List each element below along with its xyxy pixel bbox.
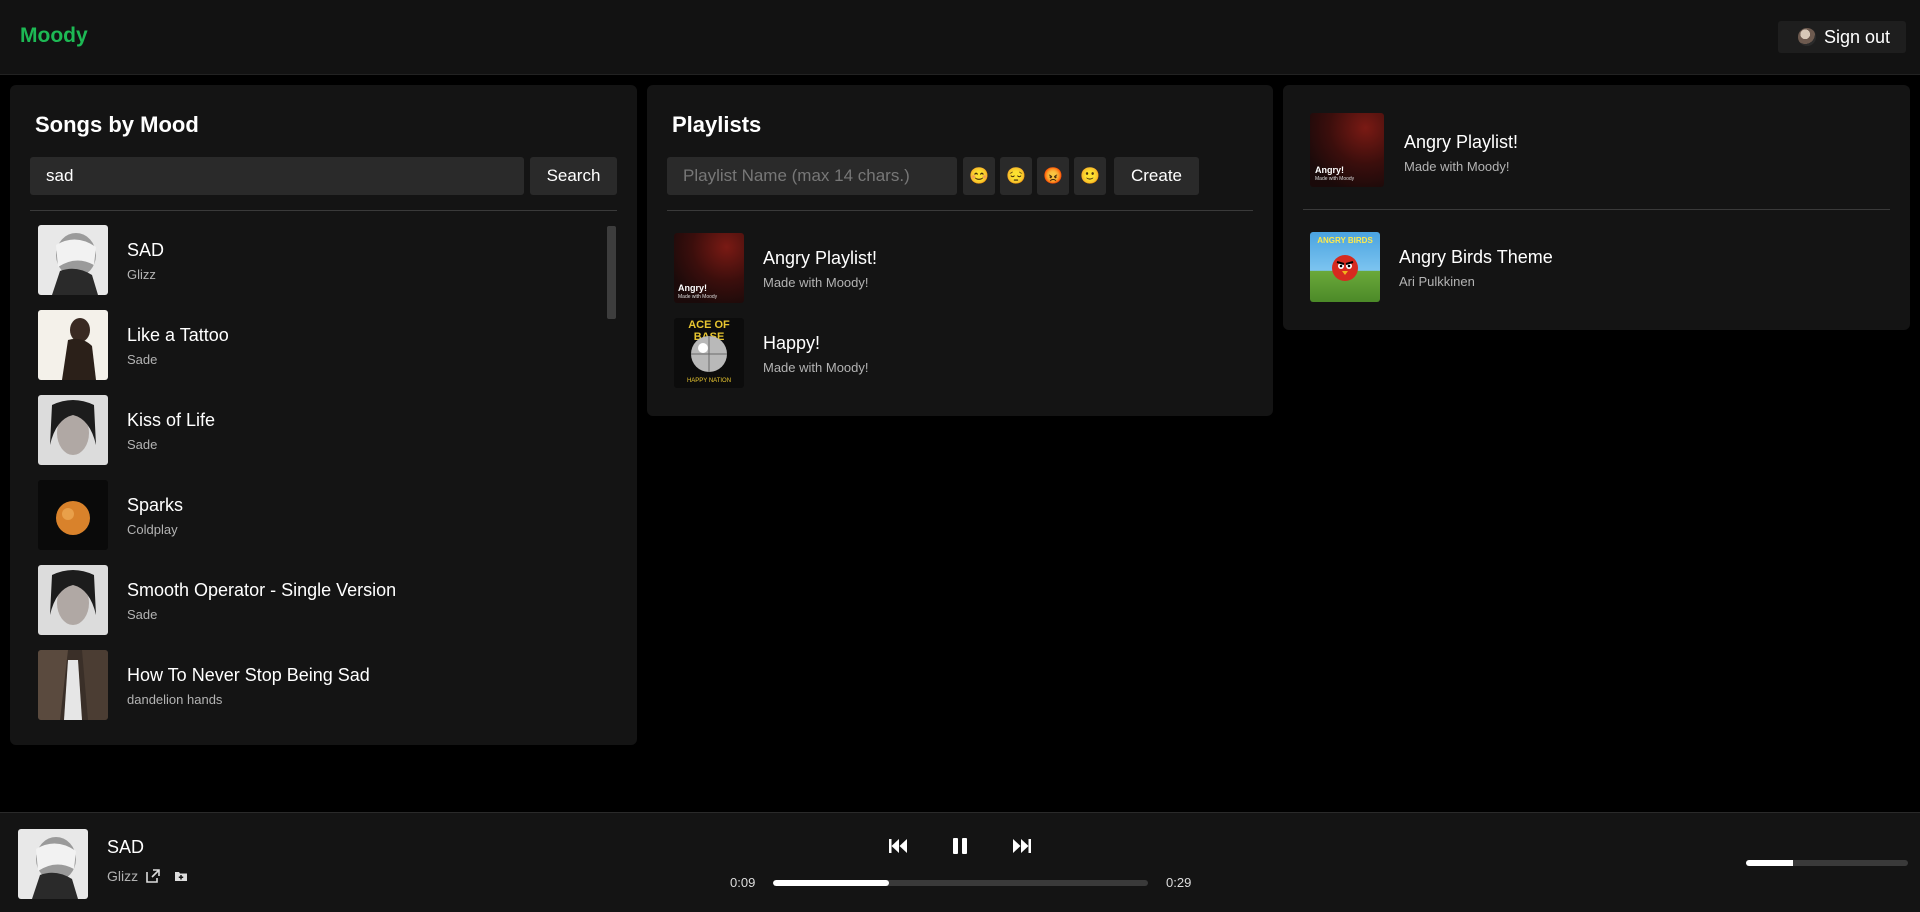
next-track-icon[interactable]	[1010, 834, 1034, 858]
song-cover	[38, 480, 108, 550]
playlist-header-subtitle: Made with Moody!	[1404, 159, 1510, 174]
playlists-panel: Playlists 😊 😔 😡 🙂 Create Angry! Made wit…	[647, 85, 1273, 416]
song-title: SAD	[127, 240, 165, 260]
playlist-header: Angry! Made with Moody Angry Playlist! M…	[1310, 113, 1870, 187]
playlist-row[interactable]: Angry! Made with Moody Angry Playlist! M…	[674, 233, 1234, 303]
external-link-icon[interactable]	[146, 869, 160, 883]
mood-happy-button[interactable]: 😊	[963, 157, 995, 195]
sign-out-button[interactable]: Sign out	[1777, 21, 1906, 53]
playlist-cover-subtext: HAPPY NATION	[686, 378, 732, 384]
song-row[interactable]: Sparks Coldplay	[38, 480, 598, 550]
add-to-folder-icon[interactable]	[174, 869, 188, 883]
song-row[interactable]: How To Never Stop Being Sad dandelion ha…	[38, 650, 598, 720]
elapsed-time: 0:09	[730, 875, 756, 890]
now-playing-artist[interactable]: Glizz	[107, 868, 138, 884]
playlist-track-row[interactable]: ANGRY BIRDS Angry Birds Theme Ari Pulkki…	[1310, 232, 1870, 302]
track-cover-text: ANGRY BIRDS	[1317, 236, 1373, 245]
now-playing-cover	[18, 829, 88, 899]
now-playing-bar: SAD Glizz 0:09 0:29	[0, 812, 1920, 912]
create-playlist-button[interactable]: Create	[1114, 157, 1199, 195]
song-row[interactable]: SAD Glizz	[38, 225, 598, 295]
playlist-cover-subtext: Made with Moody	[678, 294, 718, 300]
playlist-cover: Angry! Made with Moody	[674, 233, 744, 303]
playlist-cover: ACE OF BASE HAPPY NATION	[674, 318, 744, 388]
song-title: Smooth Operator - Single Version	[127, 580, 397, 600]
avatar	[1797, 28, 1816, 46]
song-artist: Sade	[127, 352, 158, 367]
volume-fill	[1746, 860, 1793, 866]
song-list: SAD Glizz Like a Tattoo Sade Kiss of Lif…	[30, 225, 630, 735]
song-cover	[38, 225, 108, 295]
song-cover	[38, 310, 108, 380]
duration-time: 0:29	[1166, 875, 1192, 890]
playlist-detail-panel: Angry! Made with Moody Angry Playlist! M…	[1283, 85, 1910, 330]
track-title: Angry Birds Theme	[1399, 247, 1553, 267]
song-title: How To Never Stop Being Sad	[127, 665, 370, 685]
previous-track-icon[interactable]	[886, 834, 910, 858]
playlist-header-name: Angry Playlist!	[1404, 132, 1519, 152]
song-artist: Coldplay	[127, 522, 178, 537]
app-logo[interactable]: Moody	[20, 24, 88, 48]
song-row[interactable]: Like a Tattoo Sade	[38, 310, 598, 380]
song-cover	[38, 650, 108, 720]
songs-panel-title: Songs by Mood	[35, 112, 199, 137]
playlist-header-cover-subtext: Made with Moody	[1315, 176, 1355, 182]
playlist-header-cover: Angry! Made with Moody	[1310, 113, 1384, 187]
detail-divider	[1303, 209, 1890, 210]
playlist-subtitle: Made with Moody!	[763, 275, 869, 290]
playlist-cover-text: Angry!	[678, 283, 707, 293]
song-artist: dandelion hands	[127, 692, 223, 707]
disco-ball-icon	[691, 336, 727, 372]
song-cover	[38, 395, 108, 465]
songs-divider	[30, 210, 617, 211]
playlist-row[interactable]: ACE OF BASE HAPPY NATION Happy! Made wit…	[674, 318, 1234, 388]
playlists-panel-title: Playlists	[672, 112, 762, 137]
top-bar: Moody Sign out	[0, 0, 1920, 75]
song-row[interactable]: Smooth Operator - Single Version Sade	[38, 565, 598, 635]
playlist-name: Angry Playlist!	[763, 248, 878, 268]
song-artist: Sade	[127, 437, 158, 452]
song-title: Like a Tattoo	[127, 325, 229, 345]
angry-bird-icon	[1332, 255, 1358, 281]
progress-bar[interactable]	[773, 880, 1148, 886]
songs-by-mood-panel: Songs by Mood Search SAD Glizz Like a Ta…	[10, 85, 637, 745]
search-button[interactable]: Search	[530, 157, 617, 195]
progress-fill	[773, 880, 890, 886]
track-cover: ANGRY BIRDS	[1310, 232, 1380, 302]
playlists-divider	[667, 210, 1253, 211]
song-title: Kiss of Life	[127, 410, 216, 430]
mood-search-input[interactable]	[30, 157, 524, 195]
now-playing-title: SAD	[107, 837, 145, 857]
mood-sad-button[interactable]: 😔	[1000, 157, 1032, 195]
mood-angry-button[interactable]: 😡	[1037, 157, 1069, 195]
mood-neutral-button[interactable]: 🙂	[1074, 157, 1106, 195]
volume-slider[interactable]	[1746, 860, 1908, 866]
playlist-subtitle: Made with Moody!	[763, 360, 869, 375]
song-title: Sparks	[127, 495, 184, 515]
song-artist: Glizz	[127, 267, 156, 282]
track-artist: Ari Pulkkinen	[1399, 274, 1475, 289]
sign-out-label: Sign out	[1823, 26, 1890, 47]
song-row[interactable]: Kiss of Life Sade	[38, 395, 598, 465]
song-list-scrollbar[interactable]	[607, 226, 616, 319]
pause-icon[interactable]	[948, 834, 972, 858]
song-artist: Sade	[127, 607, 158, 622]
song-cover	[38, 565, 108, 635]
playlist-name: Happy!	[763, 333, 821, 353]
playlist-header-cover-text: Angry!	[1315, 165, 1344, 175]
playlist-name-input[interactable]	[667, 157, 957, 195]
